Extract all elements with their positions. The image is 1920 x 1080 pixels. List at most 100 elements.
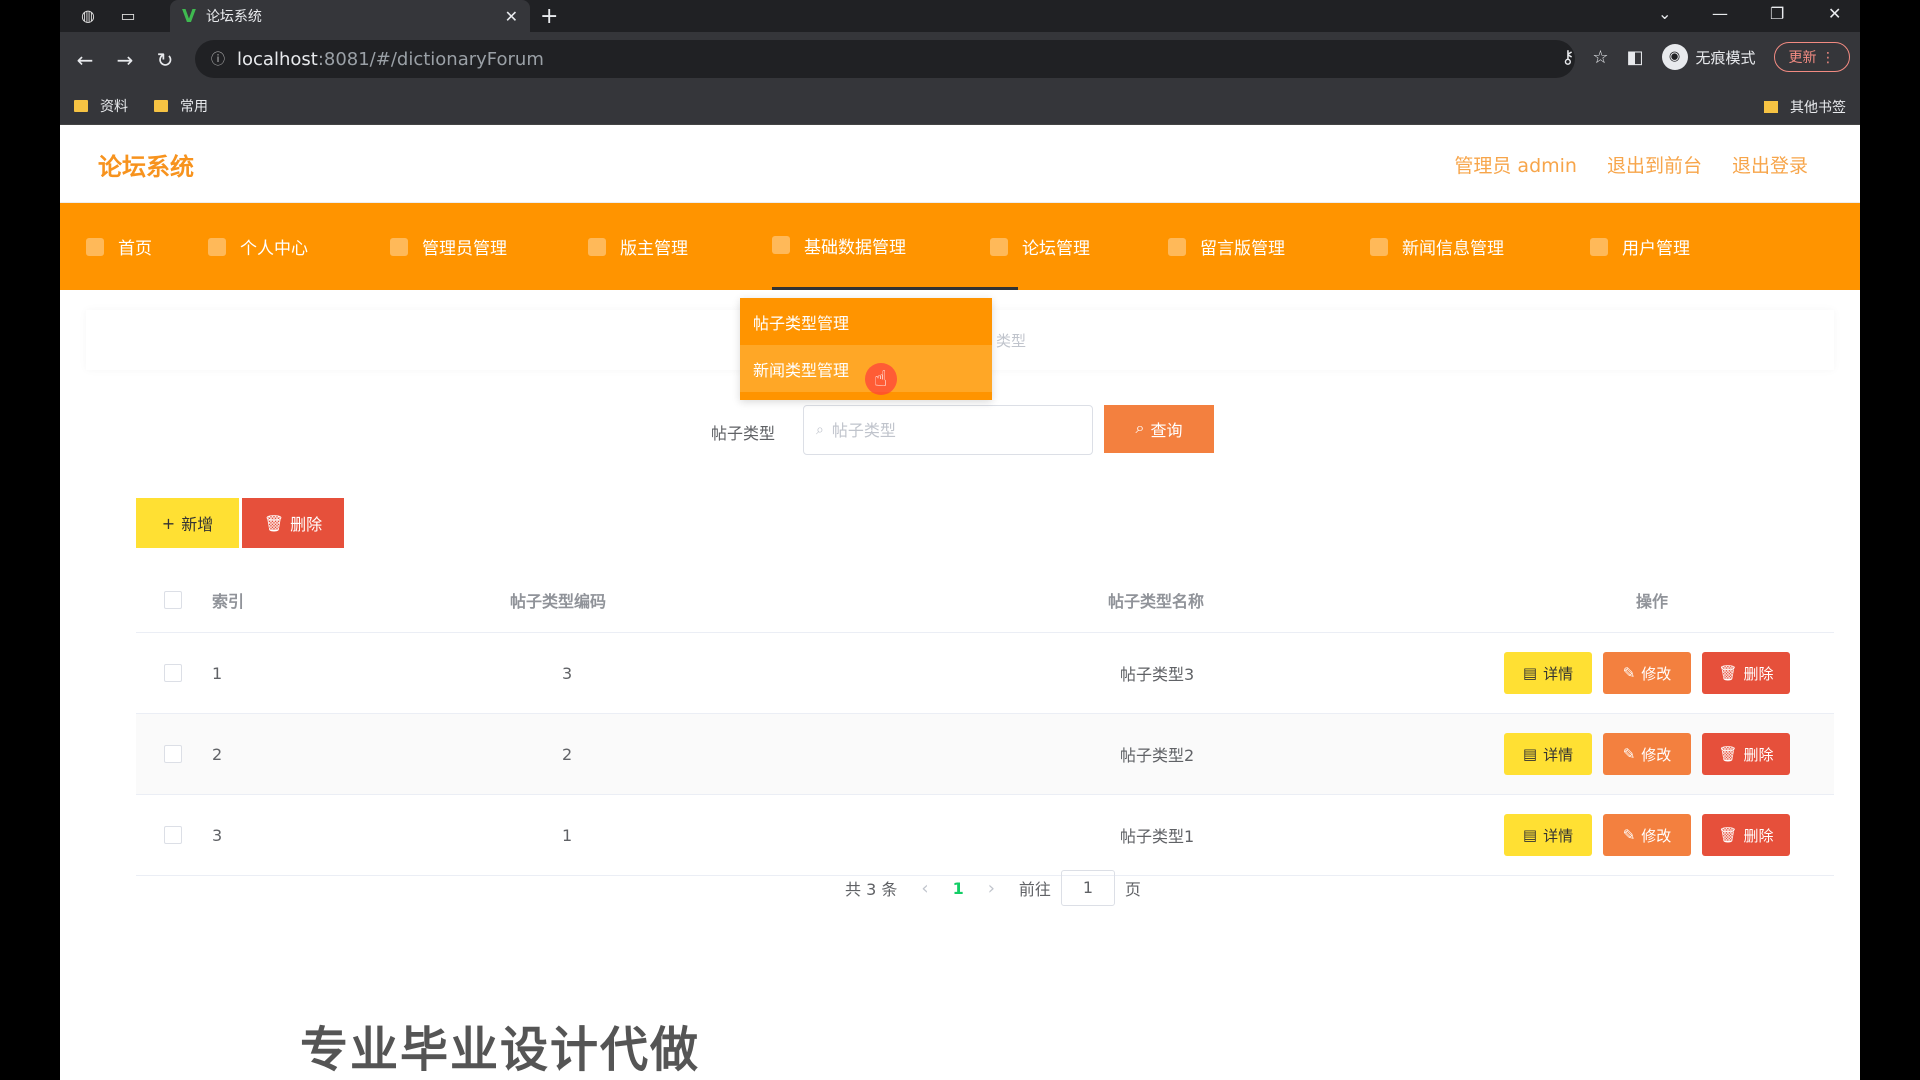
add-button[interactable]: + 新增 <box>136 498 239 548</box>
forward-icon[interactable]: → <box>110 48 140 72</box>
prev-page-icon[interactable]: ‹ <box>921 878 928 899</box>
pagination: 共 3 条 ‹ 1 › 前往 1 页 <box>845 870 1141 906</box>
globe-icon[interactable]: ◍ <box>78 6 98 26</box>
nav-item-basic-data[interactable]: 基础数据管理 <box>772 203 1018 290</box>
plus-icon: + <box>161 513 176 533</box>
delete-button[interactable]: 🗑 删除 <box>1702 652 1790 694</box>
delete-button[interactable]: 🗑 删除 <box>1702 733 1790 775</box>
nav-item-news[interactable]: 新闻信息管理 <box>1370 203 1504 290</box>
nav-item-forum[interactable]: 论坛管理 <box>990 203 1090 290</box>
window-close-icon[interactable]: ✕ <box>1828 4 1841 23</box>
edit-button[interactable]: ✎ 修改 <box>1603 814 1691 856</box>
nav-item-moderator[interactable]: 版主管理 <box>588 203 688 290</box>
exit-to-frontend-link[interactable]: 退出到前台 <box>1607 151 1702 178</box>
row-code: 1 <box>562 825 573 845</box>
row-name: 帖子类型3 <box>1120 665 1195 684</box>
folder-icon <box>74 100 88 112</box>
tab-search-icon[interactable]: ▭ <box>118 6 138 26</box>
row-checkbox[interactable] <box>164 826 182 844</box>
url-path: :8081/#/dictionaryForum <box>317 48 544 70</box>
admin-icon <box>390 237 408 256</box>
address-bar: ← → ↻ ⓘ localhost :8081/#/dictionaryForu… <box>60 32 1860 88</box>
pager-page-suffix: 页 <box>1124 880 1141 899</box>
next-page-icon[interactable]: › <box>988 878 995 899</box>
folder-icon <box>1764 101 1778 113</box>
pager-current-page[interactable]: 1 <box>953 879 964 898</box>
logout-link[interactable]: 退出登录 <box>1732 151 1808 178</box>
nav-item-users[interactable]: 用户管理 <box>1590 203 1690 290</box>
search-input-wrapper[interactable]: ⌕ <box>803 405 1093 455</box>
query-button[interactable]: ⌕ 查询 <box>1104 405 1214 453</box>
other-bookmarks[interactable]: 其他书签 <box>1764 97 1846 117</box>
key-icon[interactable]: ⚷ <box>1561 47 1574 68</box>
detail-button[interactable]: ▤ 详情 <box>1504 652 1592 694</box>
trash-icon: 🗑 <box>263 513 285 533</box>
watermark-text: 专业毕业设计代做 <box>300 1022 701 1078</box>
incognito-indicator[interactable]: ◉ 无痕模式 <box>1661 44 1756 70</box>
bookmark-folder[interactable]: 资料 <box>74 96 128 116</box>
detail-button[interactable]: ▤ 详情 <box>1504 814 1592 856</box>
search-input[interactable] <box>831 420 1052 440</box>
trash-icon: 🗑 <box>1718 745 1738 763</box>
restore-icon[interactable]: ❐ <box>1770 4 1784 23</box>
left-black-strip <box>0 0 60 1080</box>
trash-icon: 🗑 <box>1718 826 1738 844</box>
web-page: 论坛系统 管理员 admin 退出到前台 退出登录 首页 个人中心 管理员管理 <box>60 125 1860 1080</box>
search-icon: ⌕ <box>1135 420 1145 437</box>
message-icon <box>1168 237 1186 256</box>
bookmark-folder[interactable]: 常用 <box>154 96 208 116</box>
delete-button[interactable]: 🗑 删除 <box>1702 814 1790 856</box>
row-checkbox[interactable] <box>164 664 182 682</box>
right-black-strip <box>1860 0 1920 1080</box>
col-actions: 操作 <box>1636 592 1669 611</box>
search-label: 帖子类型 <box>711 424 776 443</box>
admin-label[interactable]: 管理员 admin <box>1454 151 1577 178</box>
url-field[interactable]: ⓘ localhost :8081/#/dictionaryForum <box>195 40 1575 78</box>
nav-item-admin[interactable]: 管理员管理 <box>390 203 507 290</box>
nav-item-profile[interactable]: 个人中心 <box>208 203 308 290</box>
incognito-icon: ◉ <box>1661 44 1688 70</box>
pager-goto-input[interactable]: 1 <box>1060 870 1115 906</box>
app-header: 论坛系统 管理员 admin 退出到前台 退出登录 <box>60 125 1860 203</box>
table-row: 2 2 帖子类型2 ▤ 详情 ✎ 修改 🗑 删除 <box>136 714 1834 795</box>
back-icon[interactable]: ← <box>70 48 100 72</box>
chevron-down-icon[interactable]: ⌄ <box>1658 4 1671 23</box>
dropdown-item-post-type[interactable]: 帖子类型管理 <box>740 298 992 345</box>
nav-item-home[interactable]: 首页 <box>86 203 152 290</box>
search-icon: ⌕ <box>816 422 824 438</box>
row-index: 1 <box>212 663 223 683</box>
table-row: 3 1 帖子类型1 ▤ 详情 ✎ 修改 🗑 删除 <box>136 795 1834 876</box>
new-tab-icon[interactable]: + <box>540 4 558 29</box>
nav-item-messages[interactable]: 留言版管理 <box>1168 203 1285 290</box>
minimize-icon[interactable]: — <box>1712 4 1728 23</box>
forum-icon <box>990 237 1008 256</box>
edit-button[interactable]: ✎ 修改 <box>1603 652 1691 694</box>
row-name: 帖子类型1 <box>1120 827 1195 846</box>
folder-icon <box>154 100 168 112</box>
pager-goto-label: 前往 <box>1018 880 1051 899</box>
table-header: 索引 帖子类型编码 帖子类型名称 操作 <box>136 568 1834 633</box>
header-links: 管理员 admin 退出到前台 退出登录 <box>1454 151 1808 178</box>
top-nav: 首页 个人中心 管理员管理 版主管理 基础数据管理 论坛管理 留言版管理 新闻信… <box>60 203 1860 290</box>
news-icon <box>1370 237 1388 256</box>
edit-icon: ✎ <box>1622 826 1636 844</box>
breadcrumb-current: 类型 <box>996 332 1027 350</box>
detail-button[interactable]: ▤ 详情 <box>1504 733 1592 775</box>
reload-icon[interactable]: ↻ <box>150 48 180 72</box>
row-code: 3 <box>562 663 573 683</box>
data-icon <box>772 236 790 254</box>
star-icon[interactable]: ☆ <box>1592 47 1608 68</box>
edit-button[interactable]: ✎ 修改 <box>1603 733 1691 775</box>
data-table: 索引 帖子类型编码 帖子类型名称 操作 1 3 帖子类型3 ▤ 详情 ✎ 修改 🗑 删… <box>136 568 1834 876</box>
browser-tab[interactable]: V 论坛系统 ✕ <box>170 0 530 32</box>
user-icon <box>208 237 226 256</box>
url-host: localhost <box>237 48 318 70</box>
batch-delete-button[interactable]: 🗑 删除 <box>242 498 344 548</box>
tab-close-icon[interactable]: ✕ <box>505 7 518 26</box>
select-all-checkbox[interactable] <box>164 591 182 609</box>
info-icon[interactable]: ⓘ <box>211 49 225 69</box>
col-name: 帖子类型名称 <box>1108 592 1205 611</box>
update-button[interactable]: 更新 ⋮ <box>1773 42 1850 72</box>
row-checkbox[interactable] <box>164 745 182 763</box>
sidebar-icon[interactable]: ◧ <box>1627 47 1644 68</box>
